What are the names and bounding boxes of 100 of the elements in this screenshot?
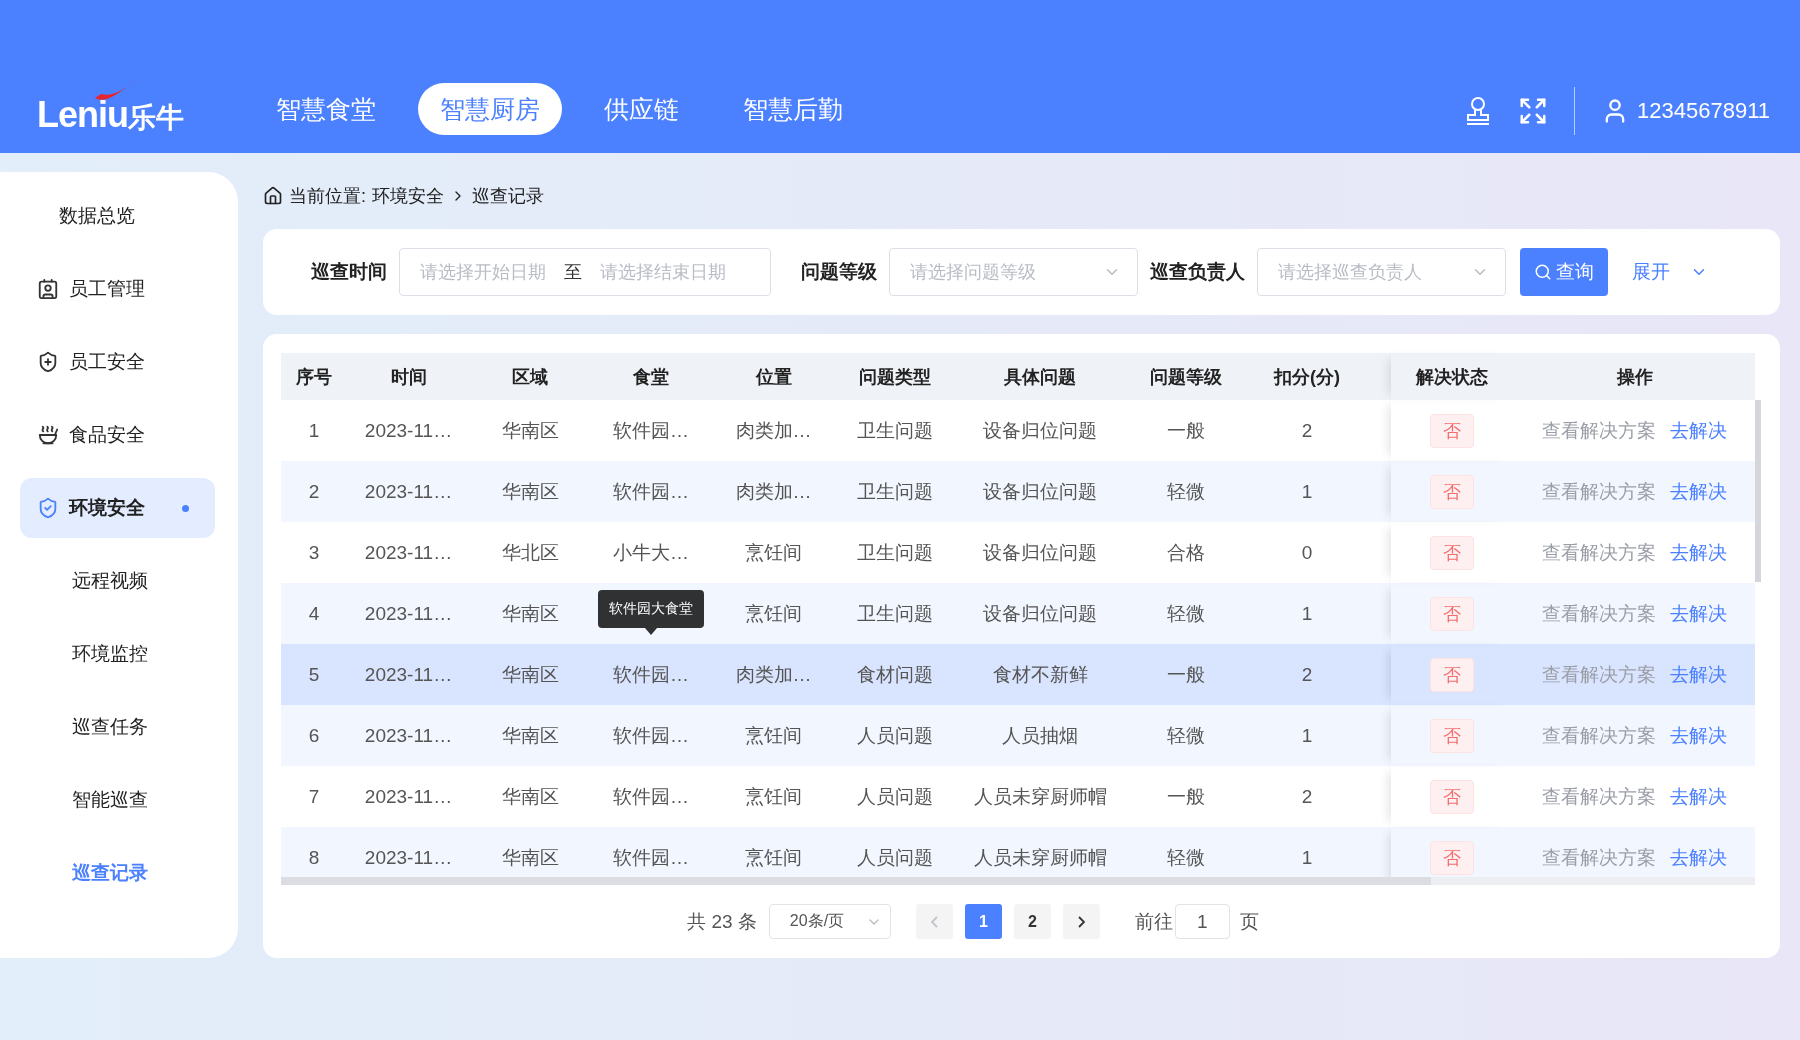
tooltip-arrow-icon [645, 628, 657, 635]
table-cell-text: 设备归位问题 [983, 418, 1097, 443]
scrollbar-thumb[interactable] [1755, 400, 1761, 582]
sidebar-item[interactable]: 远程视频 [20, 551, 215, 611]
fullscreen-icon[interactable] [1518, 96, 1549, 126]
logo: Leniu乐牛 [37, 75, 184, 135]
column-header: 位置 [754, 365, 793, 389]
bowl-icon [37, 424, 59, 446]
view-solution-link[interactable]: 查看解决方案 [1542, 722, 1656, 749]
table-cell-text: 轻微 [1167, 479, 1205, 504]
table-row[interactable]: 2 2023-11… 华南区 软件园… 肉类加… 卫生问题 设备归位问题 轻微 1 否 查看解决方案 去解决 [281, 461, 1755, 522]
nav-tab[interactable]: 供应链 [582, 83, 701, 135]
search-button[interactable]: 查询 [1520, 248, 1608, 296]
table-cell-text: 软件园… [613, 723, 689, 748]
status-tag: 否 [1430, 474, 1474, 509]
table-cell-text: 人员问题 [857, 723, 933, 748]
table-cell: 2 [1301, 663, 1313, 686]
view-solution-link[interactable]: 查看解决方案 [1542, 844, 1656, 871]
view-solution-link[interactable]: 查看解决方案 [1542, 417, 1656, 444]
table-cell: 2 [308, 480, 320, 503]
page-size-select[interactable]: 20条/页 [768, 904, 891, 939]
table-cell-text: 肉类加… [735, 479, 812, 504]
page-button[interactable]: 2 [1013, 904, 1051, 939]
view-solution-link[interactable]: 查看解决方案 [1542, 661, 1656, 688]
filter-label: 巡查时间 [311, 260, 387, 284]
nav-tab[interactable]: 智慧食堂 [254, 83, 398, 135]
table-cell-text: 人员未穿厨师帽 [973, 845, 1107, 870]
select-field[interactable]: 请选择巡查负责人 [1257, 248, 1506, 296]
nav-tab[interactable]: 智慧后勤 [721, 83, 865, 135]
sidebar-item[interactable]: 巡查记录 [20, 843, 215, 903]
table-cell: 1 [308, 419, 320, 442]
view-solution-link[interactable]: 查看解决方案 [1542, 539, 1656, 566]
table-cell: 0 [1301, 541, 1313, 564]
scrollbar-thumb[interactable] [281, 877, 1431, 885]
sidebar-item[interactable]: 智能巡查 [20, 770, 215, 830]
select-field[interactable]: 请选择问题等级 [889, 248, 1138, 296]
nav-tab[interactable]: 智慧厨房 [418, 83, 562, 135]
sidebar-item[interactable]: 环境监控 [20, 624, 215, 684]
resolve-link[interactable]: 去解决 [1670, 539, 1727, 566]
resolve-link[interactable]: 去解决 [1670, 417, 1727, 444]
table-cell-text: 卫生问题 [857, 601, 933, 626]
view-solution-link[interactable]: 查看解决方案 [1542, 783, 1656, 810]
table-row[interactable]: 6 2023-11… 华南区 软件园… 烹饪间 人员问题 人员抽烟 轻微 1 否 查看解决方案 去解决 [281, 705, 1755, 766]
table-cell-text: 人员抽烟 [1002, 723, 1078, 748]
table-cell-text: 小牛大… [613, 540, 689, 565]
table-cell-text: 华南区 [501, 479, 559, 504]
sidebar-item[interactable]: 环境安全 [20, 478, 215, 538]
table-cell-text: 华南区 [501, 662, 559, 687]
table-row[interactable]: 5 2023-11… 华南区 软件园… 肉类加… 食材问题 食材不新鲜 一般 2 否 查看解决方案 去解决 [281, 644, 1755, 705]
resolve-link[interactable]: 去解决 [1670, 661, 1727, 688]
table-cell-text: 烹饪间 [745, 601, 802, 626]
table-cell: 2023-11… [364, 480, 453, 503]
table-cell-text: 肉类加… [735, 662, 812, 687]
table-cell-text: 软件园… [613, 662, 689, 687]
column-header: 扣分(分) [1272, 365, 1341, 389]
table-row[interactable]: 8 2023-11… 华南区 软件园… 烹饪间 人员问题 人员未穿厨师帽 轻微 1 否 查看解决方案 去解决 [281, 827, 1755, 877]
table-cell: 5 [308, 663, 320, 686]
table-cell-text: 一般 [1167, 418, 1205, 443]
resolve-link[interactable]: 去解决 [1670, 600, 1727, 627]
status-tag: 否 [1430, 718, 1474, 753]
total-count: 共 23 条 [687, 909, 757, 934]
table-cell: 2023-11… [364, 785, 453, 808]
table-cell: 2 [1301, 785, 1313, 808]
status-tag: 否 [1430, 596, 1474, 631]
filter-label: 问题等级 [801, 260, 877, 284]
expand-link[interactable]: 展开 [1626, 258, 1714, 286]
table-cell-text: 软件园… [613, 784, 689, 809]
sidebar-item[interactable]: 员工安全 [20, 332, 215, 392]
table-cell-text: 华北区 [501, 540, 559, 565]
resolve-link[interactable]: 去解决 [1670, 783, 1727, 810]
breadcrumb-link[interactable]: 巡查记录 [472, 184, 544, 208]
column-header: 问题类型 [858, 365, 932, 389]
table-cell-text: 食材问题 [857, 662, 933, 687]
status-tag: 否 [1430, 535, 1474, 570]
next-page-button[interactable] [1062, 904, 1100, 939]
table-cell: 1 [1301, 846, 1313, 869]
shield-plus-icon [37, 351, 59, 373]
page-button[interactable]: 1 [964, 904, 1002, 939]
column-header: 食堂 [632, 365, 670, 389]
page-input[interactable]: 1 [1174, 904, 1230, 939]
table-cell-text: 华南区 [501, 784, 559, 809]
resolve-link[interactable]: 去解决 [1670, 844, 1727, 871]
date-range-field[interactable]: 请选择开始日期 至 请选择结束日期 [399, 248, 771, 296]
sidebar-item[interactable]: 员工管理 [20, 259, 215, 319]
table-cell-text: 华南区 [501, 845, 559, 870]
column-header: 序号 [295, 365, 333, 389]
view-solution-link[interactable]: 查看解决方案 [1542, 478, 1656, 505]
table-cell-text: 一般 [1167, 784, 1205, 809]
resolve-link[interactable]: 去解决 [1670, 478, 1727, 505]
view-solution-link[interactable]: 查看解决方案 [1542, 600, 1656, 627]
sidebar-item[interactable]: 巡查任务 [20, 697, 215, 757]
sidebar-item[interactable]: 食品安全 [20, 405, 215, 465]
user-account[interactable]: 12345678911 [1601, 97, 1770, 125]
table-cell-text: 华南区 [501, 418, 559, 443]
column-header: 问题等级 [1149, 365, 1223, 389]
resolve-link[interactable]: 去解决 [1670, 722, 1727, 749]
table-row[interactable]: 4 2023-11… 华南区 软件园大食堂 烹饪间 卫生问题 设备归位问题 轻微 1 否 查看解决方案 去解决 [281, 583, 1755, 644]
column-header: 操作 [1615, 365, 1654, 389]
sidebar-item[interactable]: 数据总览 [20, 186, 215, 246]
breadcrumb-link[interactable]: 环境安全 [372, 184, 444, 208]
